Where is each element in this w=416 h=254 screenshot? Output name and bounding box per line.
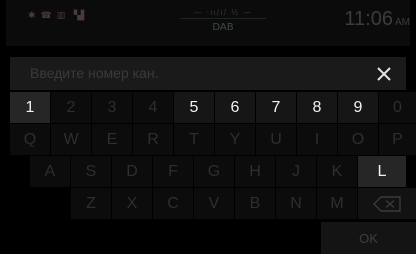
key-e[interactable]: E: [92, 124, 132, 155]
key-y[interactable]: Y: [215, 124, 255, 155]
channel-input[interactable]: Введите номер кан.: [10, 57, 406, 91]
key-f[interactable]: F: [153, 156, 193, 187]
battery-icon: ▥: [56, 11, 66, 21]
key-j[interactable]: J: [276, 156, 316, 187]
channel-input-placeholder: Введите номер кан.: [30, 65, 159, 81]
key-q[interactable]: Q: [10, 124, 50, 155]
key-t[interactable]: T: [174, 124, 214, 155]
clock-time: 11:06: [344, 8, 393, 30]
key-5[interactable]: 5: [174, 92, 214, 123]
clock-ampm: AM: [395, 17, 410, 28]
key-s[interactable]: S: [71, 156, 111, 187]
key-b[interactable]: B: [235, 188, 275, 219]
key-9[interactable]: 9: [338, 92, 378, 123]
key-1[interactable]: 1: [10, 92, 50, 123]
key-r[interactable]: R: [133, 124, 173, 155]
key-x[interactable]: X: [112, 188, 152, 219]
key-p[interactable]: P: [379, 124, 416, 155]
key-v[interactable]: V: [194, 188, 234, 219]
source-indicator: — ·ıı/ı/ ½ — DAB: [180, 8, 266, 33]
key-u[interactable]: U: [256, 124, 296, 155]
key-2[interactable]: 2: [51, 92, 91, 123]
key-7[interactable]: 7: [256, 92, 296, 123]
key-4[interactable]: 4: [133, 92, 173, 123]
close-icon: [377, 67, 391, 81]
close-button[interactable]: [362, 57, 406, 91]
signal-icon: ▝▟: [70, 11, 85, 21]
keyboard: 1 2 3 4 5 6 7 8 9 0 Q W E R T Y U I O P …: [0, 90, 416, 254]
key-k[interactable]: K: [317, 156, 357, 187]
key-l[interactable]: L: [358, 156, 406, 187]
key-a[interactable]: A: [30, 156, 70, 187]
status-bar: ✱ ☎ ▥ ▝▟ — ·ıı/ı/ ½ — DAB 11:06 AM: [6, 0, 410, 46]
key-z[interactable]: Z: [71, 188, 111, 219]
key-d[interactable]: D: [112, 156, 152, 187]
key-3[interactable]: 3: [92, 92, 132, 123]
backspace-button[interactable]: [358, 188, 416, 219]
channel-entry-screen: ✱ ☎ ▥ ▝▟ — ·ıı/ı/ ½ — DAB 11:06 AM Введит…: [0, 0, 416, 254]
phone-icon: ☎: [40, 11, 52, 21]
ok-button[interactable]: OK: [321, 222, 416, 254]
key-m[interactable]: M: [317, 188, 357, 219]
key-w[interactable]: W: [51, 124, 91, 155]
key-g[interactable]: G: [194, 156, 234, 187]
key-h[interactable]: H: [235, 156, 275, 187]
backspace-icon: [373, 195, 401, 212]
key-6[interactable]: 6: [215, 92, 255, 123]
key-c[interactable]: C: [153, 188, 193, 219]
key-0[interactable]: 0: [379, 92, 416, 123]
clock: 11:06 AM: [344, 8, 410, 31]
bluetooth-icon: ✱: [28, 11, 36, 21]
reception-indicator: — ·ıı/ı/ ½ —: [180, 8, 266, 19]
source-label: DAB: [212, 22, 234, 33]
key-n[interactable]: N: [276, 188, 316, 219]
key-o[interactable]: O: [338, 124, 378, 155]
key-i[interactable]: I: [297, 124, 337, 155]
status-icons: ✱ ☎ ▥ ▝▟: [28, 12, 84, 21]
key-8[interactable]: 8: [297, 92, 337, 123]
